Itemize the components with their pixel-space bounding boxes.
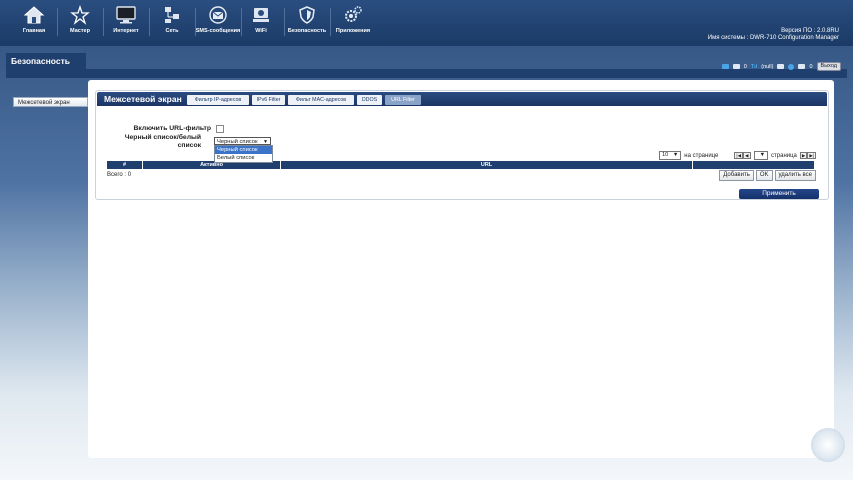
prev-page-arrows[interactable]: |◀ ◀ [734, 152, 751, 159]
nav-apps-label: Приложения [335, 28, 371, 34]
per-page-select[interactable]: 10 ▼ [659, 151, 682, 160]
section-title: Безопасность [6, 53, 86, 69]
logout-button[interactable]: Выход [816, 62, 841, 71]
network-icon [165, 7, 179, 23]
signal-icon: Tıl [750, 63, 758, 70]
sidemenu-item-firewall[interactable]: Межсетевой экран [13, 97, 88, 107]
page-select[interactable]: ▼ [753, 151, 769, 160]
gears-icon [345, 6, 362, 22]
next-page-icon[interactable]: ▶ [799, 152, 808, 159]
col-actions [693, 161, 814, 169]
table-buttons: Добавить OK удалить все [719, 170, 816, 181]
panel-title: Межсетевой экран [104, 94, 182, 104]
prev-page-icon[interactable]: ◀ [743, 152, 751, 159]
nav-network[interactable]: Сеть [149, 5, 195, 34]
col-number: # [107, 161, 143, 169]
pagination: 10 ▼ на странице |◀ ◀ ▼ страница ▶ ▶| [659, 151, 816, 160]
wifi-icon [253, 8, 269, 22]
inbox-icon[interactable] [798, 64, 806, 69]
enable-url-filter-label: Включить URL-фильтр [133, 125, 211, 132]
sms-icon[interactable] [721, 64, 729, 69]
nav-sms[interactable]: SMS-сообщения [195, 5, 241, 34]
col-url: URL [281, 161, 693, 169]
signal-value: (null) [761, 63, 774, 70]
panel-header: Межсетевой экран Фильтр IP-адресов IPv6 … [97, 92, 827, 106]
nav-sms-label: SMS-сообщения [195, 28, 241, 34]
next-page-arrows[interactable]: ▶ ▶| [799, 152, 816, 159]
enable-url-filter-checkbox[interactable] [216, 125, 224, 133]
nav-wizard-label: Мастер [70, 28, 90, 34]
home-icon [23, 6, 45, 24]
content-area: Межсетевой экран Фильтр IP-адресов IPv6 … [88, 80, 834, 458]
delete-all-button[interactable]: удалить все [774, 170, 816, 181]
add-button[interactable]: Добавить [719, 170, 754, 181]
tab-url-filter[interactable]: URL Filter [385, 95, 421, 105]
list-type-dropdown: Черный список Белый список [214, 145, 273, 163]
inbox-count: 0 [809, 63, 813, 70]
nav-security-label: Безопасность [287, 28, 327, 34]
system-name: Имя системы : DWR-710 Configuration Mana… [707, 35, 839, 41]
apply-button[interactable]: Применить [739, 189, 819, 199]
message-icon[interactable] [777, 64, 785, 69]
system-info: Версия ПО : 2.0.8RU Имя системы : DWR-71… [708, 28, 839, 42]
top-navigation-bar: Главная Мастер Интернет Сеть SMS-сообщен… [0, 0, 853, 46]
per-page-label: на странице [684, 152, 719, 159]
total-count: Всего : 0 [107, 172, 132, 178]
wizard-icon [70, 5, 90, 25]
ok-button[interactable]: OK [755, 170, 773, 181]
globe-icon[interactable] [788, 63, 795, 70]
firewall-panel: Межсетевой экран Фильтр IP-адресов IPv6 … [95, 90, 829, 200]
list-type-label: Черный список/белый [124, 134, 201, 141]
shield-icon [299, 6, 315, 24]
firmware-version: Версия ПО : 2.0.8RU [781, 28, 839, 34]
nav-apps[interactable]: Приложения [330, 5, 376, 34]
nav-internet-label: Интернет [113, 28, 139, 34]
option-whitelist[interactable]: Белый список [215, 154, 272, 162]
status-bar: 0 Tıl (null) 0 Выход [721, 62, 841, 71]
tab-ddos[interactable]: DDOS [357, 95, 382, 105]
watermark-logo [811, 428, 845, 462]
envelope-icon [209, 6, 227, 24]
page-label: страница [771, 152, 797, 159]
nav-wizard[interactable]: Мастер [57, 5, 103, 34]
per-page-value: 10 [662, 152, 669, 158]
monitor-icon [116, 6, 136, 24]
tab-mac-filter[interactable]: Фильт MAC-адресов [288, 95, 354, 105]
list-type-select[interactable]: Черный список ▼ [214, 137, 271, 145]
nav-wifi-label: WiFi [255, 28, 267, 34]
nav-home-label: Главная [22, 28, 46, 34]
nav-security[interactable]: Безопасность [284, 5, 330, 34]
tab-ip-filter[interactable]: Фильтр IP-адресов [187, 95, 249, 105]
nav-wifi[interactable]: WiFi [238, 5, 284, 34]
mail-icon[interactable] [732, 64, 740, 69]
nav-home[interactable]: Главная [11, 5, 57, 34]
tab-ipv6-filter[interactable]: IPv6 Filter [252, 95, 285, 105]
first-page-icon[interactable]: |◀ [734, 152, 744, 159]
sms-count: 0 [743, 63, 747, 70]
option-blacklist[interactable]: Черный список [215, 146, 272, 154]
nav-network-label: Сеть [165, 28, 179, 34]
list-type-label-2: список [177, 142, 201, 149]
nav-internet[interactable]: Интернет [103, 5, 149, 34]
last-page-icon[interactable]: ▶| [807, 152, 816, 159]
